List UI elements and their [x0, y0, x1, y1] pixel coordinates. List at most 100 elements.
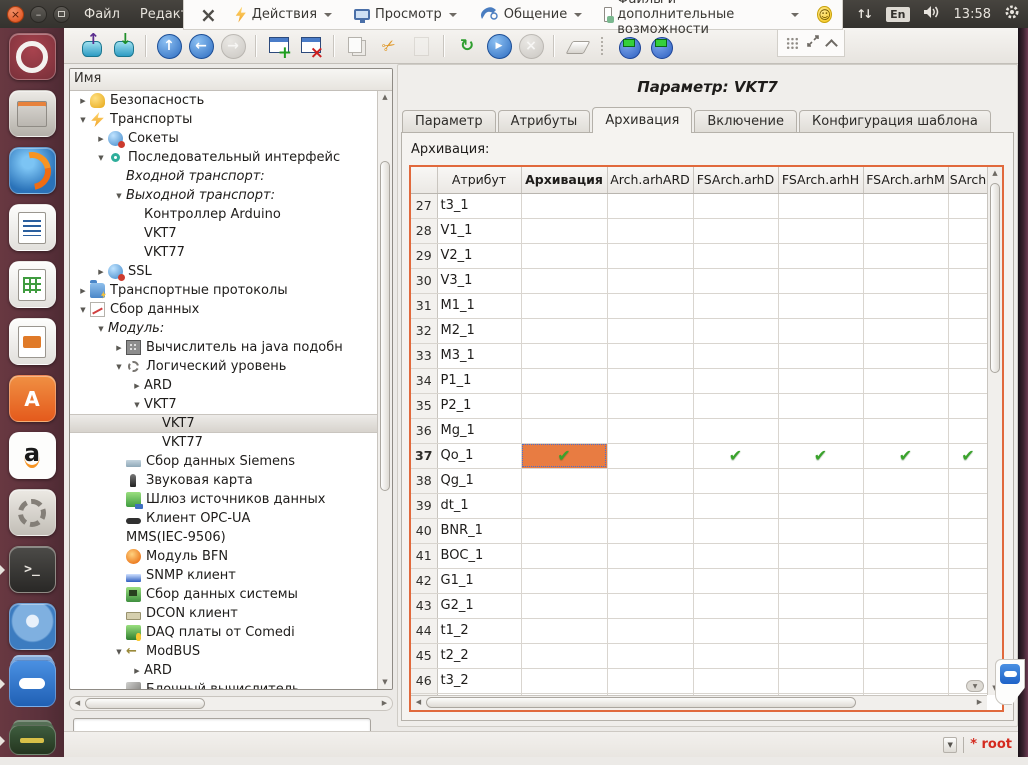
archive-cell[interactable]	[948, 243, 987, 268]
archive-cell[interactable]	[948, 418, 987, 443]
archive-cell[interactable]	[521, 418, 607, 443]
archive-cell[interactable]	[607, 318, 693, 343]
archive-cell[interactable]	[521, 468, 607, 493]
archive-cell[interactable]	[948, 293, 987, 318]
archive-cell[interactable]	[521, 568, 607, 593]
overlay-menu[interactable]: Файлы и дополнительные возможности	[600, 0, 803, 37]
archive-cell[interactable]	[521, 243, 607, 268]
tree-header[interactable]: Имя	[70, 69, 392, 91]
archive-cell[interactable]	[693, 343, 778, 368]
archive-cell[interactable]	[693, 293, 778, 318]
archive-cell[interactable]	[693, 568, 778, 593]
archive-cell[interactable]	[863, 593, 948, 618]
load-from-db-button[interactable]	[78, 33, 104, 59]
expander-open-icon[interactable]	[94, 325, 108, 333]
launcher-app-stack[interactable]	[0, 717, 64, 765]
tree-item-звуковая-карта[interactable]: Звуковая карта	[70, 471, 377, 490]
archive-cell[interactable]	[607, 443, 693, 468]
window-maximize-button[interactable]	[53, 6, 70, 23]
archive-cell[interactable]	[607, 293, 693, 318]
archive-cell[interactable]	[778, 318, 863, 343]
clock[interactable]: 13:58	[954, 7, 991, 22]
tree-item-транспорты[interactable]: Транспорты	[70, 110, 377, 129]
scroll-right-icon[interactable]: ▶	[973, 696, 986, 709]
tree-item-блочный-вычислитель[interactable]: Блочный вычислитель	[70, 680, 377, 689]
archive-cell[interactable]	[521, 543, 607, 568]
tree-item-выходной-транспорт-[interactable]: Выходной транспорт:	[70, 186, 377, 205]
archive-cell[interactable]	[863, 243, 948, 268]
tree-item-сбор-данных[interactable]: Сбор данных	[70, 300, 377, 319]
archive-cell[interactable]	[948, 268, 987, 293]
archive-cell[interactable]	[948, 493, 987, 518]
archive-cell[interactable]	[521, 668, 607, 693]
overlay-menu[interactable]: Действия	[231, 7, 336, 23]
archive-cell[interactable]	[948, 543, 987, 568]
archive-cell[interactable]	[607, 618, 693, 643]
scroll-left-icon[interactable]: ◀	[412, 696, 425, 709]
attribute-cell[interactable]: G2_1	[437, 593, 521, 618]
expander-open-icon[interactable]	[94, 154, 108, 162]
tree-item-vkt7[interactable]: VKT7	[70, 414, 377, 433]
archive-cell[interactable]	[607, 493, 693, 518]
attribute-cell[interactable]: M1_1	[437, 293, 521, 318]
launcher-libreoffice-impress[interactable]	[0, 318, 64, 366]
archive-cell[interactable]	[607, 593, 693, 618]
archive-cell[interactable]	[948, 518, 987, 543]
attribute-cell[interactable]: BOC_1	[437, 543, 521, 568]
expander-open-icon[interactable]	[112, 648, 126, 656]
archive-cell[interactable]	[863, 568, 948, 593]
archive-cell[interactable]	[778, 493, 863, 518]
tree-item-dcon-клиент[interactable]: DCON клиент	[70, 604, 377, 623]
archive-cell[interactable]	[863, 218, 948, 243]
tree-item-сокеты[interactable]: Сокеты	[70, 129, 377, 148]
archive-cell[interactable]	[948, 593, 987, 618]
archive-cell[interactable]	[607, 268, 693, 293]
attribute-cell[interactable]: Qo_1	[437, 443, 521, 468]
expander-open-icon[interactable]	[76, 306, 90, 314]
overlay-menu[interactable]: Общение	[475, 5, 586, 24]
expander-open-icon[interactable]	[112, 363, 126, 371]
launcher-amazon[interactable]: a	[0, 432, 64, 480]
tab-параметр[interactable]: Параметр	[402, 110, 496, 133]
archive-cell[interactable]	[863, 543, 948, 568]
archive-cell[interactable]	[693, 643, 778, 668]
archive-cell[interactable]	[778, 543, 863, 568]
launcher-ubuntu-software[interactable]: A	[0, 375, 64, 423]
archive-cell[interactable]	[863, 268, 948, 293]
archive-cell[interactable]	[693, 393, 778, 418]
archive-cell[interactable]	[693, 243, 778, 268]
archive-cell[interactable]	[521, 593, 607, 618]
scroll-left-icon[interactable]: ◀	[71, 697, 84, 710]
archive-cell[interactable]	[607, 368, 693, 393]
archive-cell[interactable]	[778, 243, 863, 268]
archive-cell[interactable]	[948, 643, 987, 668]
tree-horizontal-scrollbar[interactable]: ◀ ▶	[69, 696, 393, 711]
archive-cell[interactable]	[693, 668, 778, 693]
tree-item-mms-iec-9506-[interactable]: MMS(IEC-9506)	[70, 528, 377, 547]
attribute-cell[interactable]: t1_2	[437, 618, 521, 643]
tree-item-транспортные-протоколы[interactable]: Транспортные протоколы	[70, 281, 377, 300]
archive-cell[interactable]	[948, 318, 987, 343]
archive-cell[interactable]	[693, 518, 778, 543]
scroll-right-icon[interactable]: ▶	[378, 697, 391, 710]
tab-конфигурация-шаблона[interactable]: Конфигурация шаблона	[799, 110, 991, 133]
archive-cell[interactable]	[521, 518, 607, 543]
archive-cell[interactable]	[778, 618, 863, 643]
tree-item-безопасность[interactable]: Безопасность	[70, 91, 377, 110]
tree-item-сбор-данных-siemens[interactable]: Сбор данных Siemens	[70, 452, 377, 471]
tree-item-vkt77[interactable]: VKT77	[70, 433, 377, 452]
tree-item-vkt7[interactable]: VKT7	[70, 395, 377, 414]
archive-cell[interactable]: ✔	[521, 443, 607, 468]
archive-cell[interactable]	[521, 293, 607, 318]
archive-cell[interactable]	[948, 618, 987, 643]
tree-item-ssl[interactable]: SSL	[70, 262, 377, 281]
archive-cell[interactable]	[521, 643, 607, 668]
archive-cell[interactable]	[607, 668, 693, 693]
launcher-libreoffice-calc[interactable]	[0, 261, 64, 309]
attribute-cell[interactable]: M2_1	[437, 318, 521, 343]
window-close-button[interactable]: ×	[7, 6, 24, 23]
attribute-cell[interactable]: P1_1	[437, 368, 521, 393]
archive-cell[interactable]	[778, 668, 863, 693]
archive-cell[interactable]	[863, 368, 948, 393]
attribute-cell[interactable]: G1_1	[437, 568, 521, 593]
